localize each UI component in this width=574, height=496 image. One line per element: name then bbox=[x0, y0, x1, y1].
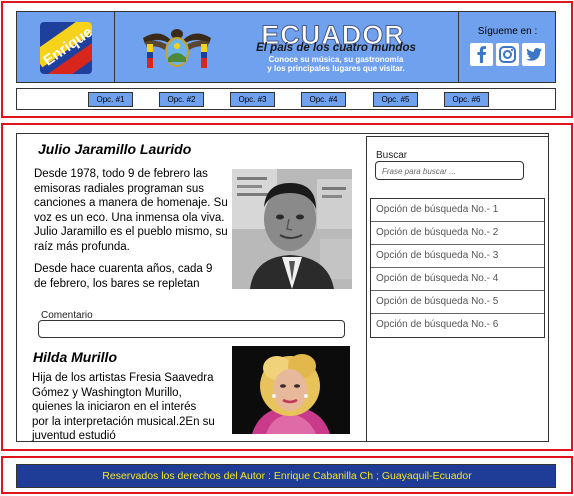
search-option-6[interactable]: Opción de búsqueda No.- 6 bbox=[371, 314, 544, 337]
article-title-julio: Julio Jaramillo Laurido bbox=[38, 141, 192, 157]
nav-bar: Opc. #1 Opc. #2 Opc. #3 Opc. #4 Opc. #5 … bbox=[16, 88, 556, 110]
search-input[interactable] bbox=[375, 161, 524, 180]
site-subtitle: El país de los cuatro mundos bbox=[256, 42, 416, 54]
nav-option-5[interactable]: Opc. #5 bbox=[373, 92, 418, 107]
follow-label: Sígueme en : bbox=[477, 26, 538, 37]
facebook-icon bbox=[477, 46, 486, 63]
site-tagline: Conoce su música, su gastronomía y los p… bbox=[225, 55, 447, 73]
hilda-murillo-photo bbox=[232, 346, 350, 434]
comment-input[interactable] bbox=[38, 320, 345, 338]
search-option-3[interactable]: Opción de búsqueda No.- 3 bbox=[371, 245, 544, 268]
twitter-button[interactable] bbox=[522, 43, 545, 66]
coat-of-arms-icon bbox=[143, 29, 211, 68]
instagram-button[interactable] bbox=[496, 43, 519, 66]
search-option-4[interactable]: Opción de búsqueda No.- 4 bbox=[371, 268, 544, 291]
search-option-1[interactable]: Opción de búsqueda No.- 1 bbox=[371, 199, 544, 222]
header-banner: Enrique ECUADOR El país de los cuatro mu… bbox=[16, 11, 556, 83]
nav-option-1[interactable]: Opc. #1 bbox=[88, 92, 133, 107]
search-label: Buscar bbox=[376, 150, 408, 161]
twitter-icon bbox=[526, 48, 542, 61]
search-options-list: Opción de búsqueda No.- 1 Opción de búsq… bbox=[370, 198, 545, 338]
article-body-julio-p2: Desde hace cuarenta años, cada 9 de febr… bbox=[34, 263, 213, 290]
instagram-icon bbox=[499, 46, 516, 63]
nav-option-4[interactable]: Opc. #4 bbox=[301, 92, 346, 107]
footer-copyright: Reservados los derechos del Autor : Enri… bbox=[102, 470, 472, 482]
article-body-julio-p1: Desde 1978, todo 9 de febrero las emisor… bbox=[34, 168, 228, 253]
julio-jaramillo-photo bbox=[232, 169, 352, 289]
banner-divider-right bbox=[458, 12, 459, 82]
site-logo[interactable]: Enrique bbox=[40, 22, 92, 74]
nav-option-6[interactable]: Opc. #6 bbox=[444, 92, 489, 107]
nav-option-2[interactable]: Opc. #2 bbox=[159, 92, 204, 107]
facebook-button[interactable] bbox=[470, 43, 493, 66]
tagline-line-2: y los principales lugares que visitar. bbox=[267, 64, 405, 73]
search-option-2[interactable]: Opción de búsqueda No.- 2 bbox=[371, 222, 544, 245]
tagline-line-1: Conoce su música, su gastronomía bbox=[268, 55, 404, 64]
search-option-5[interactable]: Opción de búsqueda No.- 5 bbox=[371, 291, 544, 314]
nav-option-3[interactable]: Opc. #3 bbox=[230, 92, 275, 107]
footer-bar: Reservados los derechos del Autor : Enri… bbox=[16, 464, 556, 488]
article-title-hilda: Hilda Murillo bbox=[33, 349, 117, 365]
banner-divider-left bbox=[114, 12, 115, 82]
article-body-hilda-p1: Hija de los artistas Fresia Saavedra Góm… bbox=[32, 372, 215, 442]
